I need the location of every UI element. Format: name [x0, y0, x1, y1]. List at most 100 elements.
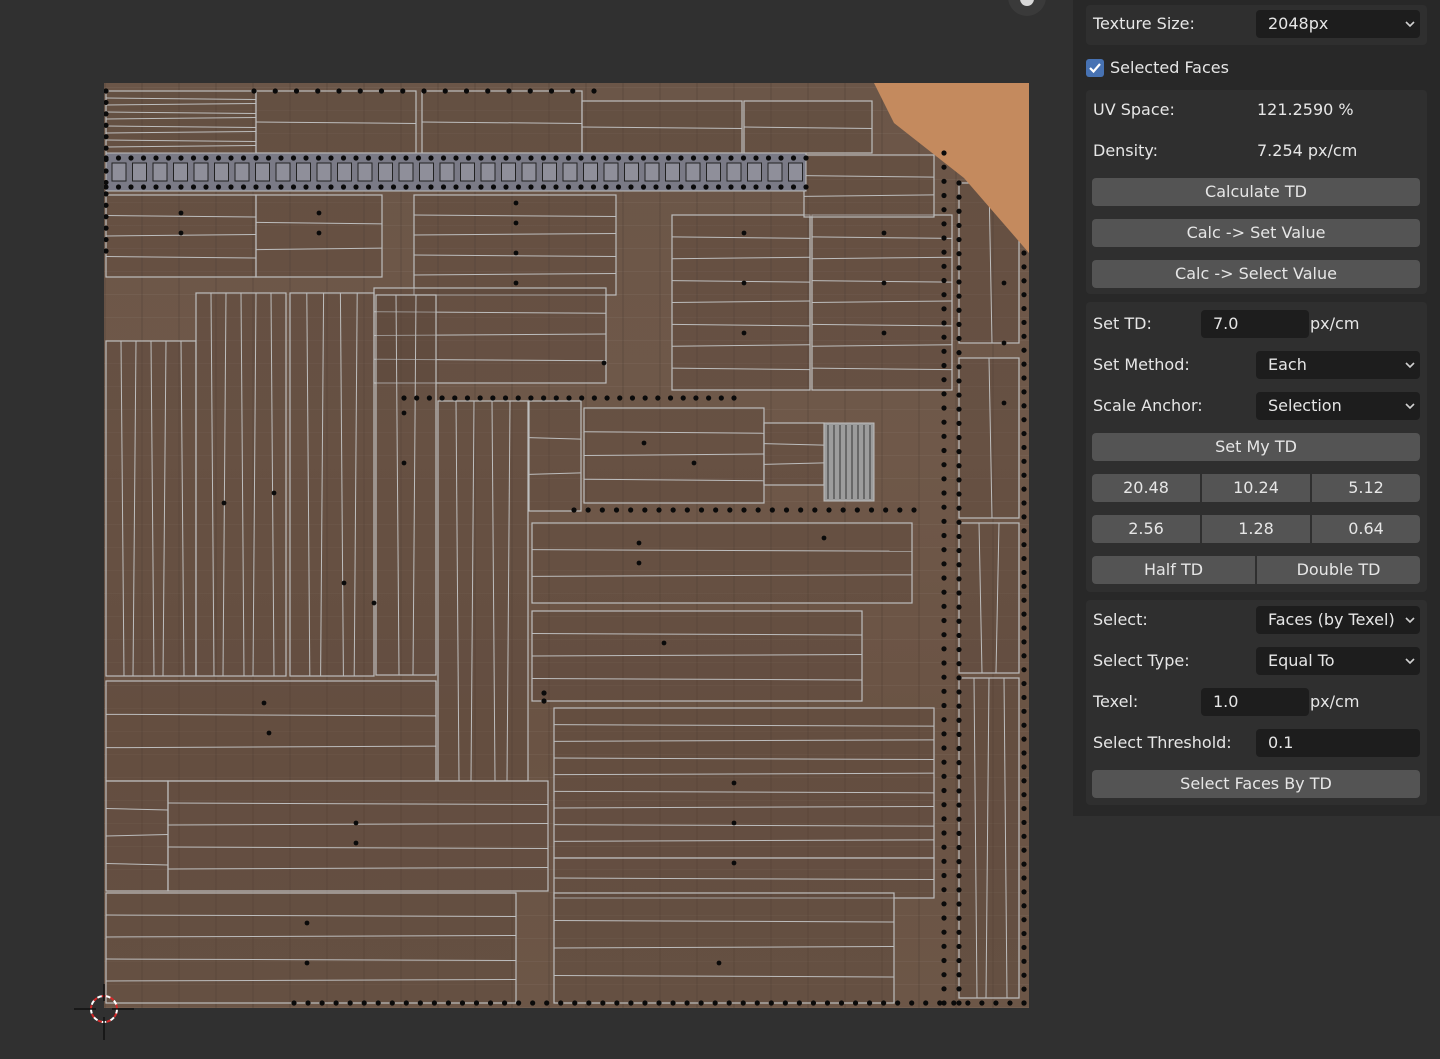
uv-vertex — [680, 395, 686, 401]
uv-strip-cell — [644, 162, 660, 182]
uv-vertex — [439, 395, 445, 401]
uv-vertex — [768, 1000, 774, 1006]
uv-vertex — [941, 249, 947, 255]
uv-vertex — [941, 476, 947, 482]
uv-vertex — [1021, 389, 1027, 395]
uv-vertex — [390, 155, 397, 161]
uv-strip-cell — [665, 162, 680, 182]
uv-vertex — [501, 1000, 508, 1006]
uv-vertex — [956, 364, 962, 370]
td-preset-button[interactable]: 2.56 — [1092, 515, 1200, 543]
uv-vertex — [290, 184, 297, 190]
uv-vertex — [502, 395, 509, 401]
uv-vertex — [956, 590, 962, 596]
uv-vertex — [941, 150, 947, 156]
double-td-button[interactable]: Double TD — [1257, 556, 1420, 584]
half-double-row: Half TD Double TD — [1086, 555, 1427, 585]
uv-vertex — [315, 88, 321, 94]
uv-vertex — [1021, 417, 1027, 423]
uv-vertex — [956, 901, 962, 907]
uv-vertex — [812, 507, 818, 513]
uv-vertex — [566, 395, 572, 401]
uv-strip-cell — [501, 162, 516, 182]
calculate-td-button[interactable]: Calculate TD — [1092, 178, 1420, 206]
uv-vertex — [740, 155, 747, 161]
uv-vertex — [1021, 458, 1027, 464]
uv-vertex — [755, 507, 761, 513]
uv-space-label: UV Space: — [1093, 100, 1175, 119]
set-td-input[interactable]: 7.0 — [1201, 310, 1309, 338]
uv-vertex — [558, 1000, 564, 1006]
uv-vertex — [378, 155, 384, 161]
calc-set-value-button[interactable]: Calc -> Set Value — [1092, 219, 1420, 247]
uv-vertex — [956, 265, 962, 271]
selected-faces-toggle[interactable]: Selected Faces — [1086, 53, 1427, 83]
uv-vertex — [463, 88, 470, 94]
uv-vertex — [941, 277, 947, 284]
texel-input[interactable]: 1.0 — [1201, 688, 1309, 716]
uv-vertex — [941, 632, 947, 638]
texture-size-value: 2048px — [1268, 14, 1329, 33]
uv-vertex — [490, 395, 496, 401]
uv-vertex — [956, 335, 962, 342]
uv-vertex — [403, 155, 409, 161]
uv-vertex — [941, 646, 947, 652]
texture-size-label: Texture Size: — [1093, 14, 1195, 33]
select-threshold-input[interactable]: 0.1 — [1256, 729, 1420, 757]
uv-vertex — [956, 731, 962, 737]
selected-faces-checkbox[interactable] — [1086, 59, 1104, 77]
set-method-label: Set Method: — [1093, 355, 1190, 374]
uv-vertex — [941, 490, 947, 496]
uv-vertex — [477, 395, 483, 401]
select-type-dropdown[interactable]: Equal To — [1256, 647, 1420, 675]
uv-vertex — [570, 88, 576, 94]
uv-vertex — [540, 184, 547, 190]
calc-select-value-button[interactable]: Calc -> Select Value — [1092, 260, 1420, 288]
half-td-button[interactable]: Half TD — [1092, 556, 1255, 584]
uv-space-row: UV Space: 121.2590 % — [1086, 95, 1427, 125]
uv-strip-cell — [706, 162, 721, 182]
uv-vertex — [956, 887, 962, 893]
uv-strip-cell — [624, 162, 639, 182]
uv-vertex — [653, 155, 659, 161]
uv-vertex — [319, 1000, 325, 1006]
select-mode-dropdown[interactable]: Faces (by Texel) — [1256, 606, 1420, 634]
texture-size-dropdown[interactable]: 2048px — [1256, 10, 1420, 38]
3d-cursor-icon[interactable] — [74, 980, 134, 1040]
scale-anchor-dropdown[interactable]: Selection — [1256, 392, 1420, 420]
select-faces-by-td-button[interactable]: Select Faces By TD — [1092, 770, 1420, 798]
uv-vertex — [613, 507, 620, 513]
uv-texture-canvas[interactable] — [104, 83, 1029, 1008]
uv-strip-cell — [685, 162, 701, 182]
hand-pan-icon[interactable] — [1020, 0, 1034, 6]
uv-vertex — [956, 463, 962, 469]
td-preset-button[interactable]: 20.48 — [1092, 474, 1200, 502]
uv-editor-viewport[interactable] — [0, 0, 1072, 1059]
uv-vertex — [941, 802, 947, 808]
uv-vertex — [703, 184, 709, 190]
uv-vertex — [478, 184, 484, 190]
uv-vertex — [895, 1000, 901, 1006]
uv-vertex — [527, 88, 533, 94]
td-preset-button[interactable]: 5.12 — [1312, 474, 1420, 502]
uv-vertex — [941, 915, 947, 921]
td-preset-button[interactable]: 10.24 — [1202, 474, 1310, 502]
uv-vertex — [941, 306, 947, 312]
uv-vertex — [1021, 972, 1027, 978]
set-method-dropdown[interactable]: Each — [1256, 351, 1420, 379]
uv-vertex — [956, 859, 962, 865]
uv-vertex — [956, 802, 962, 808]
td-preset-button[interactable]: 1.28 — [1202, 515, 1310, 543]
set-my-td-button[interactable]: Set My TD — [1092, 433, 1420, 461]
uv-strip-cell — [398, 162, 414, 182]
uv-vertex — [956, 350, 962, 356]
uv-strip-cell — [316, 162, 332, 182]
uv-vertex — [540, 155, 547, 161]
uv-vertex — [1021, 264, 1027, 270]
uv-vertex — [956, 519, 962, 525]
navigation-gizmo[interactable] — [1008, 0, 1046, 16]
uv-vertex — [636, 540, 642, 546]
uv-vertex — [956, 830, 962, 836]
uv-strip-cell — [132, 162, 147, 182]
td-preset-button[interactable]: 0.64 — [1312, 515, 1420, 543]
